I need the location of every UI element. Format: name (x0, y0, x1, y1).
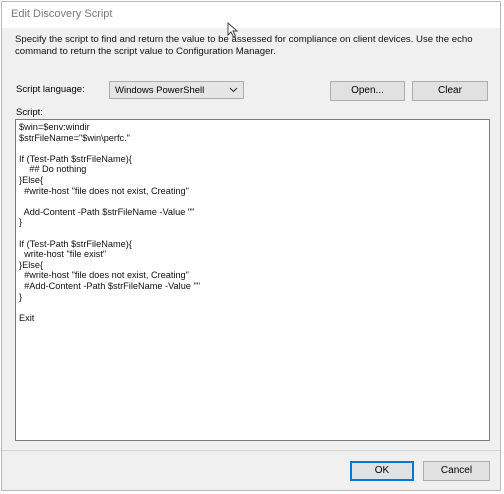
clear-button[interactable]: Clear (412, 81, 488, 101)
instructions-text: Specify the script to find and return th… (15, 34, 473, 57)
ok-button[interactable]: OK (350, 461, 414, 481)
script-line: } (19, 217, 23, 228)
script-line: #Add-Content -Path $strFileName -Value "… (19, 280, 200, 291)
dialog-title: Edit Discovery Script (11, 8, 113, 20)
script-label: Script: (16, 107, 43, 118)
script-line: write-host "file exist" (19, 249, 107, 260)
script-line: #write-host "file does not exist, Creati… (19, 270, 189, 281)
script-line: } (19, 291, 23, 302)
script-line: #write-host "file does not exist, Creati… (19, 185, 189, 196)
edit-discovery-script-dialog: Edit Discovery Script Specify the script… (1, 1, 501, 491)
open-button[interactable]: Open... (330, 81, 405, 101)
script-line (19, 302, 486, 313)
script-line: Exit (19, 312, 35, 323)
script-line: If (Test-Path $strFileName){ (19, 238, 132, 249)
script-line: If (Test-Path $strFileName){ (19, 153, 132, 164)
script-line: Add-Content -Path $strFileName -Value "" (19, 206, 195, 217)
script-language-label: Script language: (16, 84, 85, 95)
script-line (19, 228, 486, 239)
script-line: ## Do nothing (19, 164, 87, 175)
script-line (19, 143, 486, 154)
title-bar[interactable]: Edit Discovery Script (2, 2, 500, 38)
script-editor[interactable]: $win=$env:windir $strFileName="$win\perfc… (15, 119, 490, 441)
script-language-dropdown[interactable]: Windows PowerShell (109, 81, 244, 99)
script-line: $win=$env:windir (19, 122, 90, 132)
script-line: $strFileName="$win\perfc." (19, 132, 130, 143)
script-line: }Else{ (19, 174, 44, 185)
cancel-button[interactable]: Cancel (423, 461, 490, 481)
script-line: }Else{ (19, 259, 44, 270)
chevron-down-icon (229, 87, 238, 93)
footer-separator (2, 450, 500, 451)
script-line (19, 196, 486, 207)
script-language-value: Windows PowerShell (115, 85, 205, 96)
